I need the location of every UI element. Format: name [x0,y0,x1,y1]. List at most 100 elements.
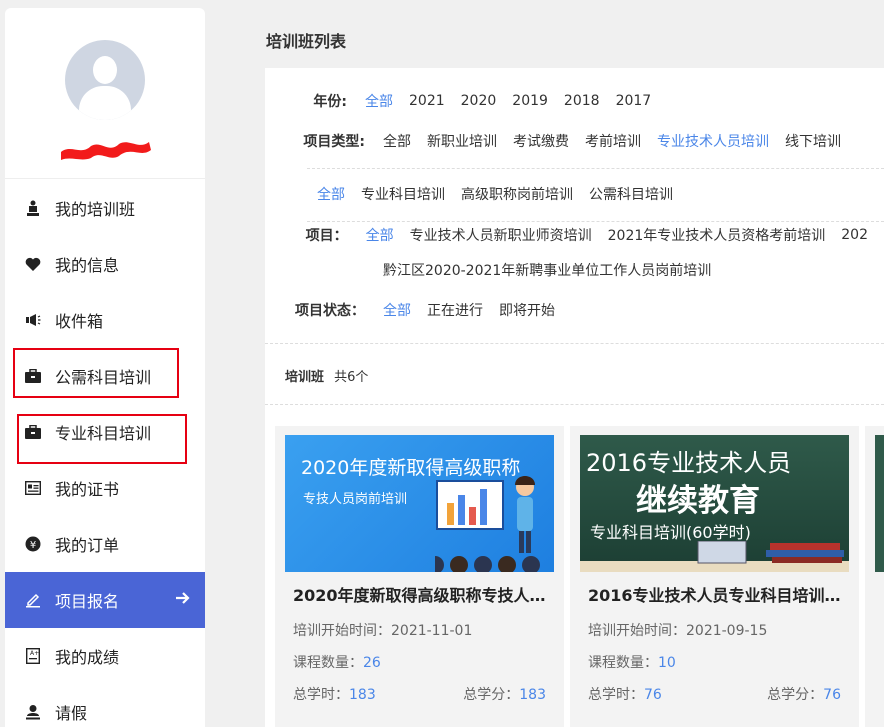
result-count-label: 培训班 [285,370,325,385]
filter-status-row: 项目状态： 全部 正在进行 即将开始 [277,300,571,320]
card-image-caption: 专业科目培训(60学时) [590,523,751,542]
filter-project-option[interactable]: 全部 [366,225,394,245]
filter-subtype-option[interactable]: 全部 [317,184,345,204]
filter-project-option[interactable]: 202 [841,227,868,243]
card-image[interactable]: 2020年度新取得高级职称 专技人员岗前培训 [285,435,554,572]
filter-type-row: 项目类型: 全部 新职业培训 考试缴费 考前培训 专业技术人员培训 线下培训 [287,131,857,151]
megaphone-icon [25,312,41,328]
sidebar-item-label: 我的信息 [55,256,120,275]
filter-type-option[interactable]: 全部 [383,131,411,151]
filter-project-option[interactable]: 黔江区2020-2021年新聘事业单位工作人员岗前培训 [383,260,711,280]
filter-year-option[interactable]: 2019 [512,93,548,109]
filter-type-option[interactable]: 考前培训 [585,131,641,151]
sidebar-item-scores[interactable]: A+ 我的成绩 [5,628,205,684]
sidebar-item-inbox[interactable]: 收件箱 [5,292,205,348]
card-course-count: 课程数量：10 [580,652,849,672]
divider [307,221,884,222]
avatar-body-shape [79,86,131,120]
svg-text:A+: A+ [30,650,39,657]
filter-status-option[interactable]: 正在进行 [427,300,483,320]
filter-year-option[interactable]: 全部 [365,91,393,111]
filter-project-row: 项目： 全部 专业技术人员新职业师资培训 2021年专业技术人员资格考前培训 2… [287,225,884,245]
card-image-subline: 专技人员岗前培训 [303,492,408,507]
card-hours-label: 总学时： [588,687,644,703]
sidebar-item-my-info[interactable]: 我的信息 [5,236,205,292]
sidebar-item-orders[interactable]: ¥ 我的订单 [5,516,205,572]
result-count: 培训班 共6个 [285,366,368,385]
highlight-box-professional-training [17,414,187,464]
filter-subtype-option[interactable]: 高级职称岗前培训 [461,184,573,204]
filter-year-option[interactable]: 2018 [564,93,600,109]
filter-project-option[interactable]: 2021年专业技术人员资格考前培训 [608,225,826,245]
filter-status-option[interactable]: 全部 [383,300,411,320]
card-course-count: 课程数量：26 [285,652,554,672]
card-hours-label: 总学时： [293,687,349,703]
card-hours-value: 76 [644,687,662,703]
sidebar-item-leave[interactable]: 请假 [5,684,205,727]
training-card[interactable]: 2020年度新取得高级职称 专技人员岗前培训 2020年度新取得高级职称专技人…… [285,435,554,704]
sidebar-item-label: 我的订单 [55,536,120,555]
yen-icon: ¥ [25,536,41,552]
card-credits-value: 76 [823,687,841,703]
card-hours-credits: 总学时：183 总学分：183 [285,684,554,704]
avatar[interactable] [65,40,145,120]
redacted-username [61,142,151,160]
filter-subtype-option[interactable]: 公需科目培训 [589,184,673,204]
card-hours-credits: 总学时：76 总学分：76 [580,684,849,704]
filter-year-option[interactable]: 2020 [461,93,497,109]
sidebar-item-label: 项目报名 [55,592,120,611]
presentation-illustration [435,476,540,572]
filter-type-option[interactable]: 线下培训 [785,131,841,151]
user-icon [25,704,41,720]
filter-status-label: 项目状态： [295,303,365,319]
filter-project-label: 项目： [305,228,348,244]
divider [265,343,884,344]
card-start-value: 2021-09-15 [686,623,768,639]
profile-section [5,8,205,179]
card-image-partial[interactable] [875,435,884,572]
edit-icon [25,592,41,608]
card-start-label: 培训开始时间： [588,623,686,639]
filter-project-row-2: 黔江区2020-2021年新聘事业单位工作人员岗前培训 [383,260,727,280]
sidebar-item-label: 我的培训班 [55,200,136,219]
sidebar-item-label: 收件箱 [55,312,104,331]
filter-type-label: 项目类型: [303,134,365,150]
card-courses-label: 课程数量： [293,655,363,671]
sidebar-item-project-signup[interactable]: 项目报名 [5,572,205,628]
filter-status-option[interactable]: 即将开始 [499,300,555,320]
filter-subtype-row: 全部 专业科目培训 高级职称岗前培训 公需科目培训 [317,184,689,204]
card-image-subline: 继续教育 [636,483,760,519]
certificate-icon [25,480,41,496]
card-hours-value: 183 [349,687,376,703]
card-start-label: 培训开始时间： [293,623,391,639]
filter-year-option[interactable]: 2021 [409,93,445,109]
result-count-value: 共6个 [334,370,369,385]
filter-subtype-option[interactable]: 专业科目培训 [361,184,445,204]
card-courses-label: 课程数量： [588,655,658,671]
sidebar-item-my-classes[interactable]: 我的培训班 [5,180,205,236]
avatar-head-shape [93,56,117,84]
sidebar-item-certificates[interactable]: 我的证书 [5,460,205,516]
filter-year-row: 年份: 全部 2021 2020 2019 2018 2017 [287,91,667,111]
filter-year-option[interactable]: 2017 [616,93,652,109]
filter-type-option[interactable]: 专业技术人员培训 [657,131,769,151]
sidebar-item-label: 我的成绩 [55,648,120,667]
sidebar-item-label: 我的证书 [55,480,120,499]
filter-type-option[interactable]: 新职业培训 [427,131,497,151]
card-start-date: 培训开始时间：2021-09-15 [580,620,849,640]
card-title[interactable]: 2016专业技术人员专业科目培训… [580,582,849,606]
card-title[interactable]: 2020年度新取得高级职称专技人… [285,582,554,606]
card-courses-value: 10 [658,655,676,671]
main-panel: 年份: 全部 2021 2020 2019 2018 2017 项目类型: 全部… [265,68,884,727]
heart-icon [25,256,41,272]
filter-project-option[interactable]: 专业技术人员新职业师资培训 [410,225,592,245]
training-card[interactable]: 2016专业技术人员 继续教育 专业科目培训(60学时) 2016专业技术人员专… [580,435,849,704]
card-credits-value: 183 [519,687,546,703]
sidebar-item-label: 请假 [55,704,88,723]
filter-type-option[interactable]: 考试缴费 [513,131,569,151]
desk-illustration [580,541,849,572]
divider [307,168,884,169]
card-start-date: 培训开始时间：2021-11-01 [285,620,554,640]
filter-year-label: 年份: [313,94,347,110]
card-image[interactable]: 2016专业技术人员 继续教育 专业科目培训(60学时) [580,435,849,572]
